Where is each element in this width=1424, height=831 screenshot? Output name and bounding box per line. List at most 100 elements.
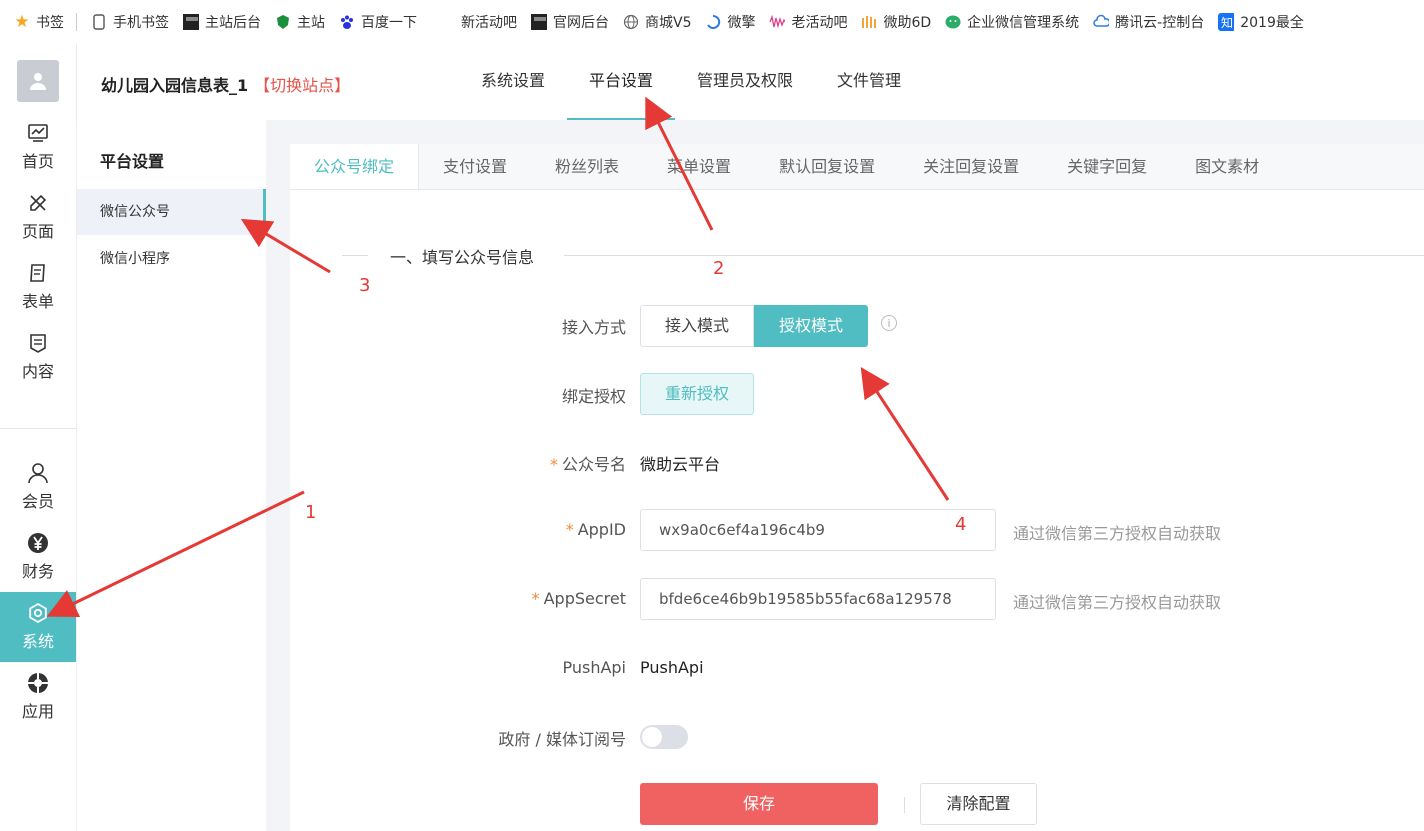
sidebar-item-members[interactable]: 会员: [0, 452, 76, 522]
tab-account-binding[interactable]: 公众号绑定: [290, 144, 420, 189]
appid-label: * AppID: [565, 520, 626, 539]
appsecret-label: * AppSecret: [531, 589, 626, 608]
tab-payment-settings[interactable]: 支付设置: [419, 144, 531, 189]
clear-config-button[interactable]: 清除配置: [920, 783, 1037, 825]
access-mode-label: 接入方式: [561, 318, 626, 337]
sidebar-item-finance[interactable]: 财务: [0, 522, 76, 592]
svg-text:知: 知: [1221, 16, 1233, 30]
tab-default-reply[interactable]: 默认回复设置: [755, 144, 899, 189]
tab-platform-settings[interactable]: 平台设置: [567, 44, 676, 120]
access-mode-toggle: 接入模式 授权模式: [640, 305, 869, 347]
required-mark: *: [549, 455, 558, 474]
globe-icon: [623, 14, 639, 30]
bookmark-item[interactable]: 新活动吧: [439, 12, 517, 32]
avatar[interactable]: [17, 60, 59, 102]
top-nav: 系统设置 平台设置 管理员及权限 文件管理: [459, 44, 923, 120]
bars-icon: [861, 14, 877, 30]
wechat-icon: [945, 14, 961, 30]
gov-media-switch[interactable]: [640, 725, 688, 749]
section-title: 一、填写公众号信息: [390, 248, 535, 267]
pushapi-value: PushApi: [640, 658, 704, 677]
site-title: 幼儿园入园信息表_1 【切换站点】: [101, 76, 351, 95]
tab-fans-list[interactable]: 粉丝列表: [531, 144, 643, 189]
annotation-number-3: 3: [359, 275, 371, 296]
account-name-value: 微助云平台: [640, 455, 721, 474]
swirl-icon: [705, 14, 721, 30]
bookmark-item[interactable]: 百度一下: [339, 12, 417, 32]
appid-input[interactable]: wx9a0c6ef4a196c4b9: [640, 509, 996, 551]
sidebar-item-pages[interactable]: 页面: [0, 182, 76, 252]
dashboard-icon: [28, 124, 48, 142]
settings-card: 公众号绑定 支付设置 粉丝列表 菜单设置 默认回复设置 关注回复设置 关键字回复…: [290, 144, 1424, 831]
wave-icon: [769, 14, 786, 30]
annotation-number-4: 4: [955, 514, 967, 535]
bookmark-item[interactable]: 主站: [275, 12, 325, 32]
bookmark-item[interactable]: ★ 书签: [14, 12, 64, 32]
bind-auth-label: 绑定授权: [561, 387, 626, 406]
annotation-number-2: 2: [713, 258, 725, 279]
switch-site-link[interactable]: 【切换站点】: [254, 76, 350, 95]
section-divider: [564, 255, 1424, 256]
tab-menu-settings[interactable]: 菜单设置: [643, 144, 755, 189]
content-tabs: 公众号绑定 支付设置 粉丝列表 菜单设置 默认回复设置 关注回复设置 关键字回复…: [290, 144, 1424, 190]
shield-icon: [275, 14, 291, 30]
bookmark-item[interactable]: 微擎: [705, 12, 755, 32]
bookmark-item[interactable]: 企业微信管理系统: [945, 12, 1079, 32]
sidebar-item-forms[interactable]: 表单: [0, 252, 76, 322]
account-name-label: * 公众号名: [549, 455, 626, 474]
cloud-icon: [1093, 14, 1110, 30]
form-icon: [30, 264, 45, 282]
section-divider: [342, 255, 368, 256]
access-mode-option-direct[interactable]: 接入模式: [640, 305, 755, 347]
sidebar-item-apps[interactable]: 应用: [0, 662, 76, 732]
bookmark-divider: [76, 13, 77, 31]
sidebar-item-content[interactable]: 内容: [0, 322, 76, 392]
blank-icon: [439, 14, 455, 30]
gear-icon: [29, 602, 47, 624]
required-mark: *: [531, 589, 540, 608]
tab-system-settings[interactable]: 系统设置: [459, 44, 567, 120]
subnav-item-wechat-miniprogram[interactable]: 微信小程序: [77, 236, 266, 282]
appsecret-input[interactable]: bfde6ce46b9b19585b55fac68a129578: [640, 578, 996, 620]
bookmark-item[interactable]: 主站后台: [183, 12, 261, 32]
design-icon: [30, 194, 47, 211]
bookmark-bar: ★ 书签 手机书签 主站后台 主站 百度一下 新活动吧 官网后台 商城V5 微擎 …: [0, 0, 1424, 45]
switch-knob: [642, 727, 662, 747]
annotation-number-1: 1: [305, 502, 317, 523]
phone-icon: [91, 14, 107, 30]
apps-icon: [28, 673, 48, 693]
gov-media-label: 政府 / 媒体订阅号: [498, 730, 626, 749]
sidebar-item-home[interactable]: 首页: [0, 112, 76, 182]
bookmark-item[interactable]: 手机书签: [91, 12, 169, 32]
site-logo-icon: [183, 14, 199, 30]
sub-sidebar-title: 平台设置: [100, 152, 165, 171]
bookmark-item[interactable]: 腾讯云-控制台: [1093, 12, 1204, 32]
bookmark-item[interactable]: 知 2019最全: [1218, 12, 1304, 32]
tab-admin-permissions[interactable]: 管理员及权限: [675, 44, 815, 120]
zhihu-icon: 知: [1218, 13, 1235, 31]
info-icon[interactable]: i: [881, 315, 897, 331]
sidebar-item-system[interactable]: 系统: [0, 592, 76, 662]
bookmark-item[interactable]: 商城V5: [623, 12, 691, 32]
subnav-item-wechat-official[interactable]: 微信公众号: [77, 189, 266, 235]
site-logo-icon: [531, 14, 547, 30]
access-mode-option-authorize[interactable]: 授权模式: [754, 305, 869, 347]
bookmark-item[interactable]: 微助6D: [861, 12, 931, 32]
user-avatar-icon: [30, 73, 46, 90]
tab-follow-reply[interactable]: 关注回复设置: [899, 144, 1043, 189]
tab-media-library[interactable]: 图文素材: [1171, 144, 1283, 189]
appsecret-hint: 通过微信第三方授权自动获取: [1013, 593, 1222, 612]
appid-hint: 通过微信第三方授权自动获取: [1013, 524, 1222, 543]
tab-keyword-reply[interactable]: 关键字回复: [1043, 144, 1171, 189]
sub-sidebar: 平台设置 微信公众号 微信小程序: [77, 120, 266, 831]
bookmark-item[interactable]: 官网后台: [531, 12, 609, 32]
reauthorize-button[interactable]: 重新授权: [640, 373, 755, 415]
save-button[interactable]: 保存: [640, 783, 878, 825]
sidebar-divider: [0, 428, 76, 429]
tab-file-management[interactable]: 文件管理: [815, 44, 923, 120]
required-mark: *: [565, 520, 574, 539]
document-icon: [30, 334, 46, 353]
top-header: 幼儿园入园信息表_1 【切换站点】 系统设置 平台设置 管理员及权限 文件管理: [77, 44, 1424, 120]
bookmark-item[interactable]: 老活动吧: [769, 12, 847, 32]
star-icon: ★: [14, 12, 30, 32]
